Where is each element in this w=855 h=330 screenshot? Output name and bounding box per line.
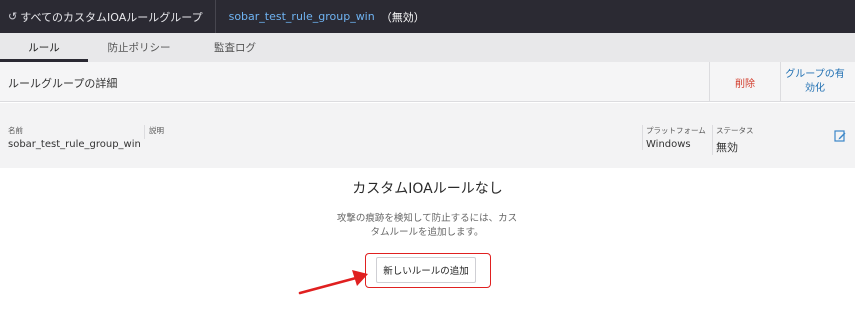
rule-group-details: 名前 sobar_test_rule_group_win 説明 プラットフォーム… <box>0 103 855 168</box>
section-title: ルールグループの詳細 <box>8 77 118 90</box>
empty-state-title: カスタムIOAルールなし <box>352 181 503 197</box>
add-new-rule-button[interactable]: 新しいルールの追加 <box>376 257 476 283</box>
tab-bar: ルール 防止ポリシー 監査ログ <box>0 33 855 62</box>
tab-rules[interactable]: ルール <box>0 33 88 62</box>
name-field: 名前 sobar_test_rule_group_win <box>8 125 141 150</box>
platform-label: プラットフォーム <box>646 126 706 135</box>
annotation-arrow <box>298 270 368 295</box>
status-label: ステータス <box>716 126 754 135</box>
rule-group-name: sobar_test_rule_group_win <box>228 10 375 23</box>
status-value: 無効 <box>716 141 738 154</box>
tab-audit-log[interactable]: 監査ログ <box>190 33 280 62</box>
back-to-rule-groups-link[interactable]: ↺ すべてのカスタムIOAルールグループ <box>0 0 216 33</box>
rule-group-status: （無効） <box>380 10 425 24</box>
back-link-label: すべてのカスタムIOAルールグループ <box>20 10 203 24</box>
add-new-rule-button-label: 新しいルールの追加 <box>383 266 469 277</box>
name-label: 名前 <box>8 126 23 135</box>
tab-prevention-policies-label: 防止ポリシー <box>107 42 171 54</box>
tab-prevention-policies[interactable]: 防止ポリシー <box>88 33 190 62</box>
status-field: ステータス 無効 <box>712 125 754 155</box>
description-label: 説明 <box>149 126 164 135</box>
delete-button[interactable]: 削除 <box>709 62 780 102</box>
rule-group-details-header: ルールグループの詳細 削除 グループの有効化 <box>0 62 855 102</box>
edit-icon[interactable] <box>833 128 847 142</box>
top-bar: ↺ すべてのカスタムIOAルールグループ sobar_test_rule_gro… <box>0 0 855 33</box>
empty-state-description: 攻撃の痕跡を検知して防止するには、カスタムルールを追加します。 <box>336 213 518 238</box>
description-field: 説明 <box>144 125 164 139</box>
platform-field: プラットフォーム Windows <box>642 125 706 150</box>
rule-group-title: sobar_test_rule_group_win （無効） <box>229 9 425 25</box>
enable-group-button-label: グループの有効化 <box>785 69 845 94</box>
delete-button-label: 削除 <box>735 78 755 90</box>
undo-arrow-icon: ↺ <box>8 10 18 23</box>
tab-rules-label: ルール <box>28 42 60 54</box>
platform-value: Windows <box>646 139 691 150</box>
name-value: sobar_test_rule_group_win <box>8 139 141 150</box>
tab-audit-log-label: 監査ログ <box>214 42 256 54</box>
enable-group-button[interactable]: グループの有効化 <box>780 62 849 102</box>
